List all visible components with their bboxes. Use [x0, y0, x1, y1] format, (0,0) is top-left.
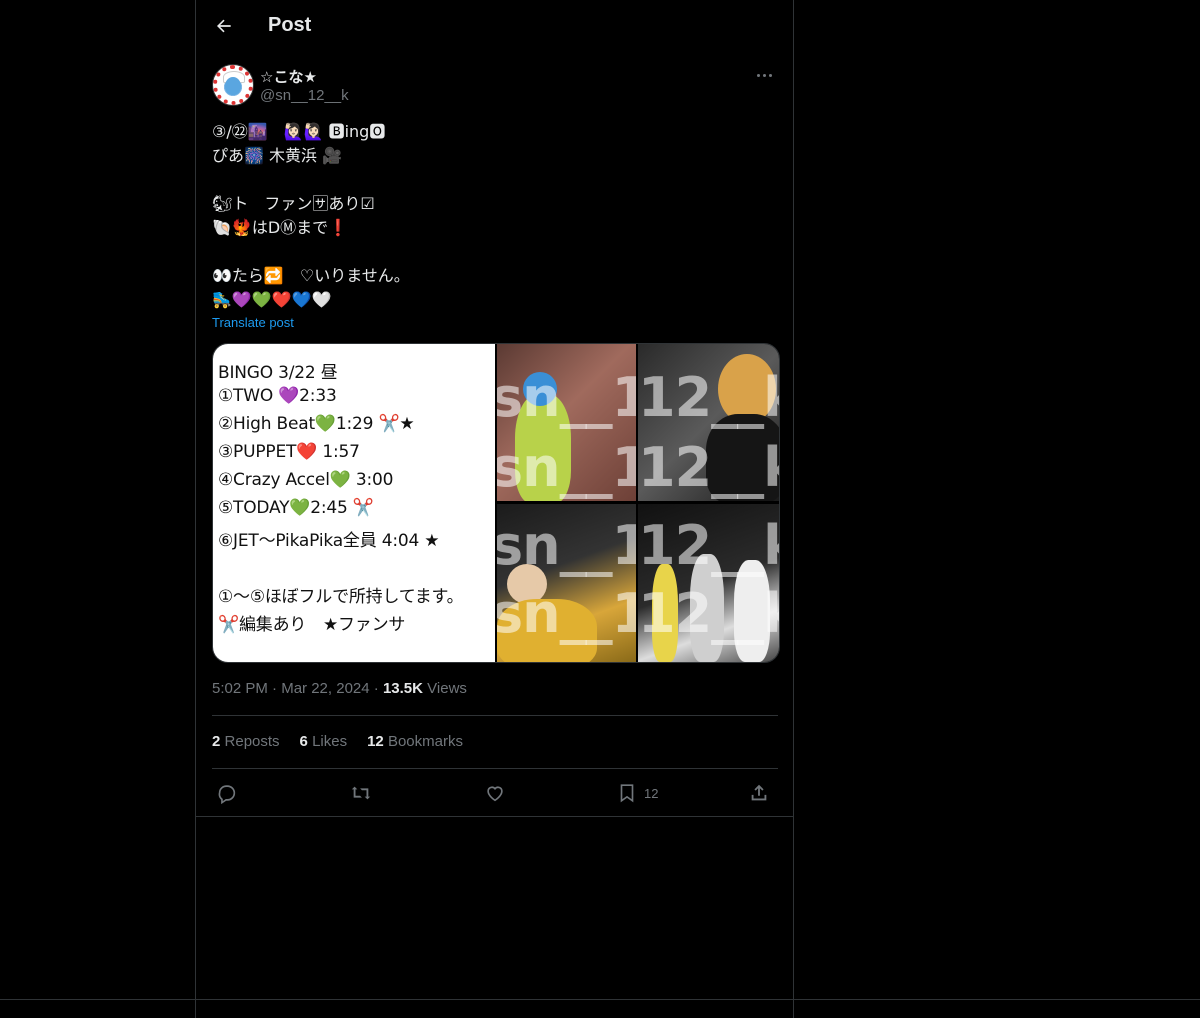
watermark-text: sn__12__: [497, 514, 636, 577]
media-image-setlist[interactable]: BINGO 3/22 昼 ①TWO 💜2:33 ②High Beat💚1:29 …: [213, 344, 495, 662]
setlist-line: ✂️編集あり ★ファンサ: [218, 615, 406, 635]
action-bar: 12: [212, 781, 778, 805]
media-image-stage-3[interactable]: sn__12__ sn__12__: [497, 504, 636, 662]
media-grid: BINGO 3/22 昼 ①TWO 💜2:33 ②High Beat💚1:29 …: [212, 343, 780, 663]
dot-icon: [756, 73, 760, 77]
post-header: Post: [196, 0, 793, 54]
more-options-button[interactable]: [750, 64, 778, 86]
share-icon: [751, 784, 767, 801]
author-display-name[interactable]: ☆こな★: [260, 66, 317, 87]
views-label: Views: [427, 680, 467, 697]
like-button[interactable]: [484, 781, 506, 805]
likes-count: 6: [299, 733, 308, 750]
repost-icon: [351, 786, 371, 800]
bookmark-count: 12: [644, 785, 659, 801]
author-row: ☆こな★ @sn__12__k: [212, 64, 778, 108]
setlist-line: ⑥JET～PikaPika全員 4:04 ★: [218, 531, 440, 551]
reposts-count: 2: [212, 733, 221, 750]
setlist-line: ①TWO 💜2:33: [218, 386, 337, 406]
avatar[interactable]: [212, 64, 254, 106]
divider: [212, 768, 778, 769]
media-image-stage-2[interactable]: 12__k 12__k: [638, 344, 779, 501]
bookmarks-label: Bookmarks: [387, 733, 463, 750]
engagement-stats: 2 Reposts 6 Likes 12 Bookmarks: [212, 733, 463, 750]
reply-icon: [218, 785, 236, 804]
setlist-line: BINGO 3/22 昼: [218, 363, 338, 383]
reply-button[interactable]: [216, 781, 238, 805]
separator: ·: [373, 680, 379, 697]
setlist-line: ⑤TODAY💚2:45 ✂️: [218, 498, 374, 518]
translate-post-link[interactable]: Translate post: [212, 315, 294, 330]
setlist-line: ②High Beat💚1:29 ✂️★: [218, 414, 415, 434]
watermark-text: 12__k: [638, 514, 779, 577]
divider: [0, 999, 1200, 1000]
watermark-text: 12__k: [638, 366, 779, 429]
divider: [212, 715, 778, 716]
bookmark-button[interactable]: 12: [616, 781, 658, 805]
post-time[interactable]: 5:02 PM: [212, 680, 268, 697]
bookmarks-count: 12: [367, 733, 384, 750]
watermark-text: sn__12__: [497, 582, 636, 645]
likes-stat[interactable]: 6 Likes: [300, 733, 348, 750]
bookmarks-stat[interactable]: 12 Bookmarks: [367, 733, 463, 750]
separator: ·: [272, 680, 278, 697]
repost-button[interactable]: [350, 781, 372, 805]
setlist-line: ④Crazy Accel💚 3:00: [218, 470, 394, 490]
post-meta: 5:02 PM · Mar 22, 2024 · 13.5K Views: [212, 680, 467, 697]
tweet-text: ③/㉒🌆 🙋🏻‍♀️🙋🏻‍♀️ 🅱ing🅾 ぴあ🎆 木黄浜 🎥 🐿ト ファン🈂あ…: [212, 122, 410, 309]
share-button[interactable]: [748, 781, 770, 805]
watermark-text: 12__k: [638, 582, 779, 645]
post-date[interactable]: Mar 22, 2024: [281, 680, 369, 697]
arrow-left-icon: [217, 19, 231, 33]
heart-icon: [487, 786, 503, 802]
divider: [196, 816, 793, 817]
views-count: 13.5K: [382, 680, 423, 697]
watermark-text: sn__12__: [497, 436, 636, 499]
bookmark-icon: [620, 784, 634, 803]
setlist-line: ③PUPPET❤️ 1:57: [218, 442, 360, 462]
dot-icon: [762, 73, 766, 77]
likes-label: Likes: [312, 733, 348, 750]
page-title: Post: [268, 14, 312, 36]
reposts-label: Reposts: [224, 733, 280, 750]
watermark-text: sn__12__: [497, 366, 636, 429]
author-handle[interactable]: @sn__12__k: [260, 87, 349, 104]
watermark-text: 12__k: [638, 436, 779, 499]
reposts-stat[interactable]: 2 Reposts: [212, 733, 280, 750]
dot-icon: [768, 73, 772, 77]
back-button[interactable]: [208, 10, 240, 42]
setlist-line: ①～⑤ほぼフルで所持してます。: [218, 587, 464, 607]
media-image-stage-1[interactable]: sn__12__ sn__12__: [497, 344, 636, 501]
media-image-stage-4[interactable]: 12__k 12__k: [638, 504, 779, 662]
primary-column: Post ☆こな★ @sn__12__k ③/㉒🌆 🙋🏻‍♀️🙋🏻‍♀️ 🅱in…: [195, 0, 794, 1018]
